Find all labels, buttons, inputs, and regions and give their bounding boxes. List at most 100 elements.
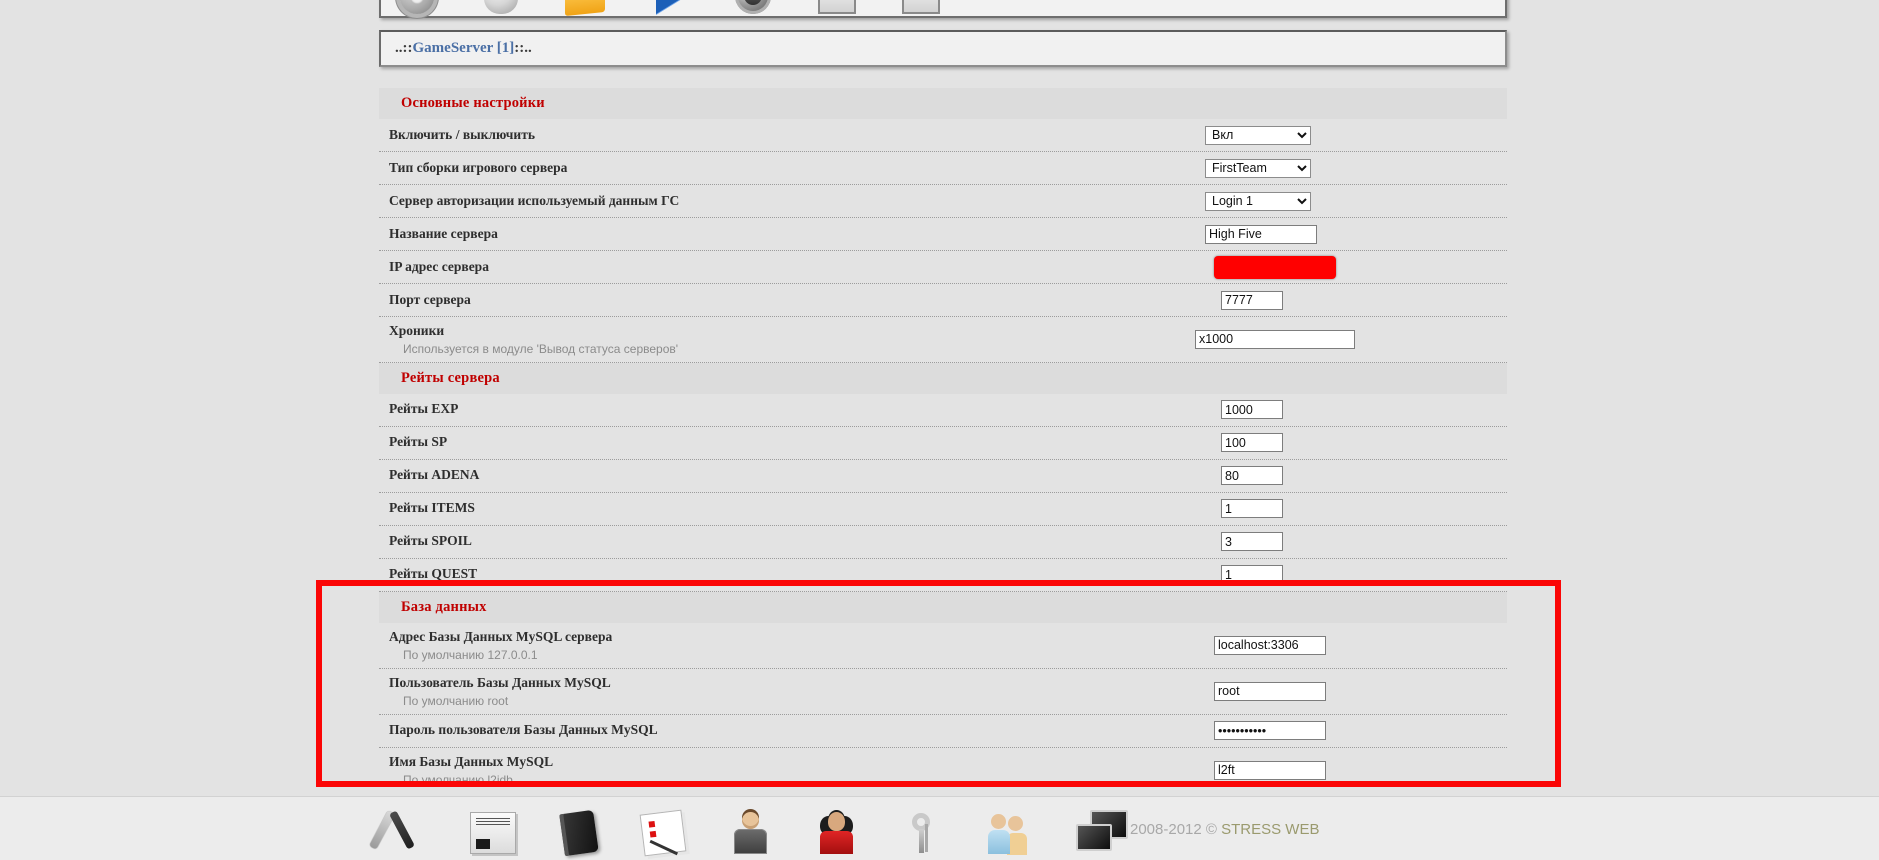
row-field-db-user	[1199, 681, 1507, 701]
row-label-rate-spoil: Рейты SPOIL	[379, 527, 1199, 556]
row-label-server-ip: IP адрес сервера	[379, 253, 1199, 282]
select-enable-disable[interactable]: Вкл	[1205, 125, 1311, 145]
select-build-type[interactable]: FirstTeam	[1205, 158, 1311, 178]
section-header-server-rates: Рейты сервера	[379, 362, 1507, 394]
row-label-rate-adena: Рейты ADENA	[379, 461, 1199, 490]
label-hint-db-user: По умолчанию root	[403, 693, 509, 708]
settings-row-server-ip: IP адрес сервера	[379, 251, 1507, 284]
input-server-name[interactable]	[1205, 224, 1317, 244]
label-text-rate-items: Рейты ITEMS	[389, 500, 475, 516]
input-db-name[interactable]	[1214, 760, 1326, 780]
label-text-server-ip: IP адрес сервера	[389, 258, 489, 274]
label-text-db-user: Пользователь Базы Данных MySQL	[389, 674, 611, 690]
row-field-db-password	[1199, 721, 1507, 741]
footer-icon-strip	[372, 805, 1130, 856]
users-group-icon[interactable]	[988, 810, 1028, 854]
row-field-rate-adena	[1199, 466, 1507, 486]
settings-row-rate-items: Рейты ITEMS	[379, 493, 1507, 526]
top-toolbar	[379, 0, 1507, 18]
row-label-server-name: Название сервера	[379, 220, 1199, 249]
title-server-name: GameServer [1]	[412, 40, 515, 56]
row-field-db-host	[1199, 635, 1507, 655]
row-label-enable-disable: Включить / выключить	[379, 121, 1199, 150]
input-chronicles[interactable]	[1195, 329, 1355, 349]
row-field-server-port	[1199, 290, 1507, 310]
row-field-build-type: FirstTeam	[1199, 158, 1507, 178]
blue-flag-icon[interactable]	[641, 0, 697, 16]
row-label-db-user: Пользователь Базы Данных MySQL По умолчан…	[379, 669, 1199, 714]
input-db-host[interactable]	[1214, 635, 1326, 655]
label-text-db-password: Пароль пользователя Базы Данных MySQL	[389, 722, 658, 738]
input-rate-items[interactable]	[1221, 499, 1283, 519]
label-hint-chronicles: Используется в модуле 'Вывод статуса сер…	[403, 341, 679, 356]
row-field-rate-sp	[1199, 433, 1507, 453]
row-field-db-name	[1199, 760, 1507, 780]
keys-icon[interactable]	[902, 810, 942, 854]
title-prefix: ..::	[395, 40, 413, 56]
settings-panel: Основные настройки Включить / выключить Вк…	[379, 88, 1507, 793]
label-text-db-host: Адрес Базы Данных MySQL сервера	[389, 628, 613, 644]
label-text-rate-adena: Рейты ADENA	[389, 467, 480, 483]
section-header-main-settings: Основные настройки	[379, 88, 1507, 119]
row-label-server-port: Порт сервера	[379, 286, 1199, 315]
label-text-server-name: Название сервера	[389, 225, 498, 241]
newspaper-icon[interactable]	[470, 811, 516, 854]
row-label-login-server: Сервер авторизации используемый данным Г…	[379, 187, 1199, 216]
label-text-db-name: Имя Базы Данных MySQL	[389, 753, 554, 769]
row-label-db-password: Пароль пользователя Базы Данных MySQL	[379, 716, 1199, 745]
row-label-db-name: Имя Базы Данных MySQL По умолчанию l2jdb	[379, 748, 1199, 793]
input-rate-sp[interactable]	[1221, 433, 1283, 453]
row-field-rate-quest	[1199, 565, 1507, 585]
page-root: ..:: GameServer [1]::.. Основные настройк…	[0, 0, 1879, 860]
input-rate-quest[interactable]	[1221, 565, 1283, 585]
row-label-rate-items: Рейты ITEMS	[379, 494, 1199, 523]
settings-row-db-user: Пользователь Базы Данных MySQL По умолчан…	[379, 669, 1507, 715]
input-db-password[interactable]	[1214, 721, 1326, 741]
settings-row-server-name: Название сервера	[379, 218, 1507, 251]
row-label-build-type: Тип сборки игрового сервера	[379, 154, 1199, 183]
row-label-db-host: Адрес Базы Данных MySQL сервера По умолча…	[379, 623, 1199, 668]
label-text-rate-quest: Рейты QUEST	[389, 566, 478, 582]
row-field-server-ip	[1199, 255, 1507, 279]
import-box-icon-2[interactable]	[893, 0, 949, 16]
row-field-chronicles	[1195, 329, 1507, 349]
title-suffix: ::..	[514, 40, 532, 56]
input-rate-adena[interactable]	[1221, 466, 1283, 486]
label-text-build-type: Тип сборки игрового сервера	[389, 159, 568, 175]
input-rate-exp[interactable]	[1221, 400, 1283, 420]
gear-icon[interactable]	[389, 0, 445, 16]
select-login-server[interactable]: Login 1	[1205, 191, 1311, 211]
copyright-years: 2008-2012 ©	[1130, 820, 1217, 838]
row-label-chronicles: Хроники Используется в модуле 'Вывод стат…	[379, 317, 1199, 362]
medallion-icon[interactable]	[725, 0, 781, 16]
settings-row-rate-quest: Рейты QUEST	[379, 559, 1507, 592]
server-title-bar: ..:: GameServer [1]::..	[379, 30, 1507, 67]
label-text-chronicles: Хроники	[389, 323, 445, 338]
settings-row-db-name: Имя Базы Данных MySQL По умолчанию l2jdb	[379, 748, 1507, 793]
notes-icon[interactable]	[639, 809, 687, 856]
input-server-port[interactable]	[1221, 290, 1283, 310]
settings-row-db-password: Пароль пользователя Базы Данных MySQL	[379, 715, 1507, 748]
row-field-enable-disable: Вкл	[1199, 125, 1507, 145]
tools-icon[interactable]	[372, 806, 424, 854]
input-rate-spoil[interactable]	[1221, 532, 1283, 552]
row-field-server-name	[1199, 224, 1507, 244]
redacted-field-server-ip[interactable]	[1214, 255, 1336, 279]
label-text-server-port: Порт сервера	[389, 291, 471, 307]
settings-row-rate-spoil: Рейты SPOIL	[379, 526, 1507, 559]
female-user-icon[interactable]	[816, 810, 856, 854]
book-icon[interactable]	[559, 809, 599, 856]
monitors-icon[interactable]	[1074, 808, 1130, 854]
import-box-icon[interactable]	[809, 0, 865, 16]
input-db-user[interactable]	[1214, 681, 1326, 701]
folder-icon[interactable]	[557, 0, 613, 17]
row-label-rate-sp: Рейты SP	[379, 428, 1199, 457]
stop-shield-icon[interactable]	[473, 0, 529, 16]
row-label-rate-quest: Рейты QUEST	[379, 560, 1199, 589]
label-text-rate-exp: Рейты EXP	[389, 401, 459, 417]
section-header-database: База данных	[379, 591, 1507, 623]
male-user-icon[interactable]	[730, 810, 770, 854]
row-field-rate-items	[1199, 499, 1507, 519]
settings-row-enable-disable: Включить / выключить Вкл	[379, 119, 1507, 152]
settings-row-rate-adena: Рейты ADENA	[379, 460, 1507, 493]
